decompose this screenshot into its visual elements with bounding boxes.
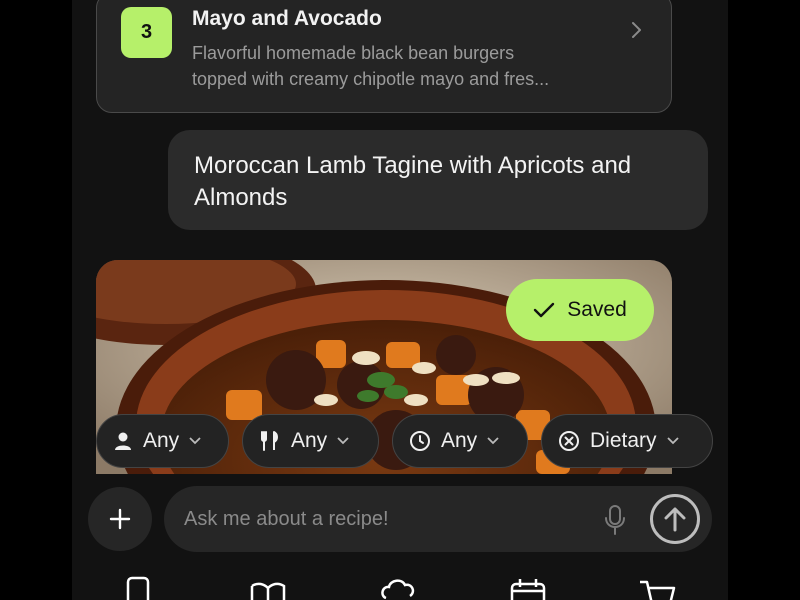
filter-label: Dietary bbox=[590, 429, 657, 452]
message-composer bbox=[164, 486, 712, 552]
filter-chips: Any Any Any Dietary bbox=[96, 414, 728, 470]
saved-label: Saved bbox=[567, 298, 627, 321]
recipe-chat-app: 3 Mayo and Avocado Flavorful homemade bl… bbox=[72, 0, 728, 600]
recipe-description-line-2: topped with creamy chipotle mayo and fre… bbox=[192, 69, 550, 89]
dietary-filter-chip[interactable]: Dietary bbox=[541, 414, 713, 468]
user-message-bubble: Moroccan Lamb Tagine with Apricots and A… bbox=[168, 130, 708, 230]
saved-button[interactable]: Saved bbox=[506, 279, 654, 341]
book-icon[interactable] bbox=[248, 576, 288, 600]
recipe-description: Flavorful homemade black bean burgers to… bbox=[192, 40, 612, 92]
filter-label: Any bbox=[441, 429, 478, 452]
chef-hat-icon[interactable] bbox=[378, 576, 418, 600]
cuisine-filter-chip[interactable]: Any bbox=[242, 414, 379, 468]
filter-label: Any bbox=[143, 429, 180, 452]
servings-filter-chip[interactable]: Any bbox=[96, 414, 229, 468]
chevron-down-icon bbox=[189, 437, 201, 445]
microphone-icon[interactable] bbox=[604, 504, 626, 536]
send-button[interactable] bbox=[650, 494, 700, 544]
plus-icon bbox=[109, 508, 131, 530]
add-button[interactable] bbox=[88, 487, 152, 551]
message-input[interactable] bbox=[184, 486, 584, 552]
clock-icon bbox=[410, 431, 430, 451]
time-filter-chip[interactable]: Any bbox=[392, 414, 528, 468]
filter-label: Any bbox=[291, 429, 328, 452]
chevron-down-icon bbox=[487, 437, 499, 445]
phone-icon[interactable] bbox=[118, 576, 158, 600]
chevron-right-icon[interactable] bbox=[629, 20, 645, 40]
calendar-icon[interactable] bbox=[508, 576, 548, 600]
utensils-icon bbox=[261, 431, 278, 451]
recipe-title: Mayo and Avocado bbox=[192, 7, 382, 30]
chevron-down-icon bbox=[666, 437, 679, 445]
checkmark-icon bbox=[534, 302, 555, 318]
arrow-up-icon bbox=[664, 507, 686, 532]
bottom-nav bbox=[72, 570, 728, 600]
cart-icon[interactable] bbox=[638, 576, 678, 600]
person-icon bbox=[115, 432, 131, 450]
recipe-card[interactable]: 3 Mayo and Avocado Flavorful homemade bl… bbox=[96, 0, 672, 113]
chevron-down-icon bbox=[337, 437, 349, 445]
recipe-description-line-1: Flavorful homemade black bean burgers bbox=[192, 43, 515, 63]
rank-badge: 3 bbox=[121, 7, 172, 58]
no-symbol-icon bbox=[559, 431, 579, 451]
